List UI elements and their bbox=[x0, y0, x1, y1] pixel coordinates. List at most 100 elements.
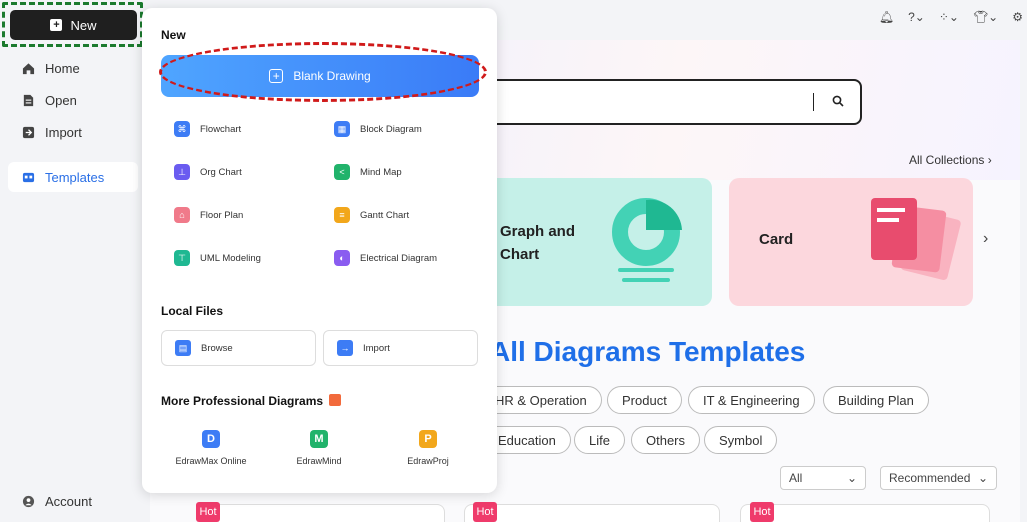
edrawmax-icon: D bbox=[202, 430, 220, 448]
chip-it-engineering[interactable]: IT & Engineering bbox=[688, 386, 815, 414]
chevron-down-icon: ⌄ bbox=[977, 471, 988, 485]
template-label: Flowchart bbox=[200, 123, 242, 135]
shirt-icon[interactable]: 👕︎⌄ bbox=[973, 10, 998, 24]
annotation-highlight-box bbox=[2, 2, 143, 47]
hot-badge: Hot bbox=[750, 502, 774, 522]
card-title-line1: Graph and bbox=[500, 223, 576, 240]
donut-chart-illustration bbox=[612, 198, 682, 282]
annotation-ellipse bbox=[159, 42, 487, 102]
apps-icon[interactable]: ⁘⌄ bbox=[939, 10, 959, 24]
template-electrical-diagram[interactable]: ◐ Electrical Diagram bbox=[334, 250, 437, 266]
flowchart-icon: ⌘ bbox=[174, 121, 190, 137]
category-card-card[interactable]: Card bbox=[729, 178, 973, 306]
help-icon[interactable]: ?⌄ bbox=[908, 10, 925, 24]
pro-label: EdrawMax Online bbox=[175, 456, 247, 466]
sidebar-item-open[interactable]: Open bbox=[22, 93, 77, 108]
browse-label: Browse bbox=[201, 342, 233, 354]
search-icon[interactable] bbox=[832, 95, 844, 107]
template-uml-modeling[interactable]: ⊤ UML Modeling bbox=[174, 250, 261, 266]
template-label: Gantt Chart bbox=[360, 209, 410, 221]
chip-others[interactable]: Others bbox=[631, 426, 701, 454]
chevron-down-icon: ⌄ bbox=[846, 471, 857, 485]
import-icon bbox=[22, 126, 35, 139]
sidebar-item-home[interactable]: Home bbox=[22, 61, 80, 76]
card-illustration bbox=[871, 198, 961, 281]
import-label: Import bbox=[363, 342, 390, 354]
import-icon: → bbox=[337, 340, 353, 356]
template-org-chart[interactable]: ⊥ Org Chart bbox=[174, 164, 242, 180]
pro-edrawproj[interactable]: P EdrawProj bbox=[378, 430, 478, 466]
chip-life[interactable]: Life bbox=[574, 426, 625, 454]
pro-heading-label: More Professional Diagrams bbox=[161, 394, 324, 408]
sort-select[interactable]: Recommended ⌄ bbox=[880, 466, 997, 490]
gift-icon bbox=[329, 394, 342, 406]
template-label: Org Chart bbox=[200, 166, 242, 178]
template-flowchart[interactable]: ⌘ Flowchart bbox=[174, 121, 241, 137]
templates-icon bbox=[22, 172, 35, 183]
template-label: Block Diagram bbox=[360, 123, 422, 135]
template-thumbnail[interactable] bbox=[464, 504, 720, 522]
pro-diagrams-heading: More Professional Diagrams bbox=[161, 394, 342, 408]
account-icon bbox=[22, 495, 35, 508]
sidebar-item-account[interactable]: Account bbox=[22, 494, 92, 509]
file-icon bbox=[23, 94, 34, 107]
browse-button[interactable]: ▤ Browse bbox=[161, 330, 316, 366]
floor-plan-icon: ⌂ bbox=[174, 207, 190, 223]
topbar-icons: 🔔︎ ?⌄ ⁘⌄ 👕︎⌄ ⚙ bbox=[879, 10, 1023, 24]
hot-badge: Hot bbox=[196, 502, 220, 522]
gear-icon[interactable]: ⚙ bbox=[1012, 10, 1023, 24]
card-title: Card bbox=[759, 231, 794, 248]
all-collections-label: All Collections bbox=[909, 153, 985, 167]
template-gantt-chart[interactable]: ≡ Gantt Chart bbox=[334, 207, 409, 223]
all-collections-link[interactable]: All Collections › bbox=[909, 153, 992, 167]
electrical-icon: ◐ bbox=[334, 250, 350, 266]
template-mind-map[interactable]: < Mind Map bbox=[334, 164, 402, 180]
search-input[interactable] bbox=[450, 79, 862, 125]
template-thumbnail[interactable] bbox=[740, 504, 990, 522]
template-block-diagram[interactable]: ▦ Block Diagram bbox=[334, 121, 422, 137]
pro-label: EdrawMind bbox=[296, 456, 342, 466]
sidebar-item-label: Open bbox=[45, 93, 77, 108]
chip-symbol[interactable]: Symbol bbox=[704, 426, 778, 454]
filter-select[interactable]: All ⌄ bbox=[780, 466, 866, 490]
template-label: Electrical Diagram bbox=[360, 252, 438, 264]
bell-icon[interactable]: 🔔︎ bbox=[879, 10, 894, 24]
chip-product[interactable]: Product bbox=[607, 386, 682, 414]
import-button[interactable]: → Import bbox=[323, 330, 478, 366]
template-label: UML Modeling bbox=[200, 252, 261, 264]
sort-value: Recommended bbox=[889, 471, 971, 485]
template-thumbnail[interactable] bbox=[205, 504, 445, 522]
pro-edrawmind[interactable]: M EdrawMind bbox=[269, 430, 369, 466]
popup-new-heading: New bbox=[161, 28, 186, 42]
uml-icon: ⊤ bbox=[174, 250, 190, 266]
chip-hr-operation[interactable]: HR & Operation bbox=[480, 386, 602, 414]
chip-building-plan[interactable]: Building Plan bbox=[823, 386, 929, 414]
sidebar-item-label: Import bbox=[45, 125, 82, 140]
template-label: Mind Map bbox=[360, 166, 402, 178]
org-chart-icon: ⊥ bbox=[174, 164, 190, 180]
edrawmind-icon: M bbox=[310, 430, 328, 448]
card-title-line2: Chart bbox=[500, 246, 540, 263]
sidebar-item-templates[interactable]: Templates bbox=[22, 170, 104, 185]
sidebar-item-label: Templates bbox=[45, 170, 105, 185]
browse-icon: ▤ bbox=[175, 340, 191, 356]
sidebar: + New Home Open Import Templates Account bbox=[0, 0, 150, 522]
hot-badge: Hot bbox=[473, 502, 497, 522]
edrawproj-icon: P bbox=[419, 430, 437, 448]
filter-value: All bbox=[789, 471, 803, 485]
template-label: Floor Plan bbox=[200, 209, 244, 221]
mind-map-icon: < bbox=[334, 164, 350, 180]
templates-title: All Diagrams Templates bbox=[490, 336, 806, 367]
home-icon bbox=[22, 63, 35, 75]
search-divider bbox=[813, 93, 814, 111]
sidebar-item-label: Home bbox=[45, 61, 80, 76]
gantt-chart-icon: ≡ bbox=[334, 207, 350, 223]
block-diagram-icon: ▦ bbox=[334, 121, 350, 137]
sidebar-item-import[interactable]: Import bbox=[22, 125, 82, 140]
sidebar-item-label: Account bbox=[45, 494, 92, 509]
carousel-next-icon[interactable]: › bbox=[983, 230, 988, 248]
local-files-heading: Local Files bbox=[161, 304, 224, 318]
pro-label: EdrawProj bbox=[407, 456, 449, 466]
template-floor-plan[interactable]: ⌂ Floor Plan bbox=[174, 207, 243, 223]
pro-edrawmax-online[interactable]: D EdrawMax Online bbox=[161, 430, 261, 466]
